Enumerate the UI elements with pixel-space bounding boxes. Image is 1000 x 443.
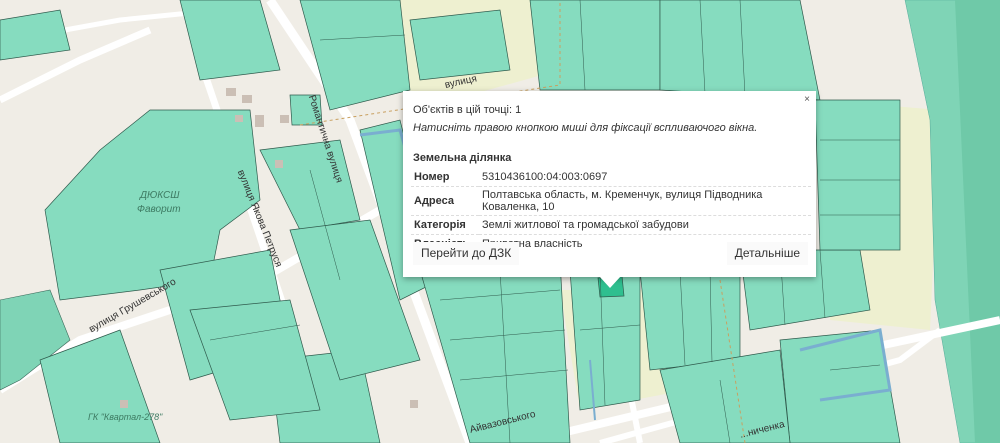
objects-count: Об'єктів в цій точці: 1 <box>413 104 522 116</box>
attr-value: 5310436100:04:003:0697 <box>479 168 811 187</box>
table-row: Номер 5310436100:04:003:0697 <box>411 168 811 187</box>
attr-key: Номер <box>411 168 479 187</box>
goto-dzk-button[interactable]: Перейти до ДЗК <box>413 242 520 265</box>
details-button[interactable]: Детальніше <box>726 242 808 265</box>
poi-label: ДЮКСШ <box>140 190 180 201</box>
section-title: Земельна ділянка <box>413 152 512 164</box>
attr-key: Категорія <box>411 215 479 235</box>
parcel-attributes: Номер 5310436100:04:003:0697 Адреса Полтав… <box>411 168 811 253</box>
close-icon[interactable]: × <box>804 94 810 105</box>
poi-label: Фаворит <box>137 204 181 215</box>
attr-key: Адреса <box>411 186 479 216</box>
attr-value: Полтавська область, м. Кременчук, вулиця… <box>479 186 811 216</box>
poi-label: ГК "Квартал-278" <box>88 412 163 422</box>
attr-value: Землі житлової та громадської забудови <box>479 215 811 235</box>
table-row: Категорія Землі житлової та громадської з… <box>411 215 811 235</box>
parcel-info-popup: × Об'єктів в цій точці: 1 Натисніть прав… <box>403 91 816 277</box>
popup-pointer <box>599 276 621 288</box>
popup-hint: Натисніть правою кнопкою миші для фіксац… <box>413 122 758 134</box>
table-row: Адреса Полтавська область, м. Кременчук, … <box>411 186 811 216</box>
